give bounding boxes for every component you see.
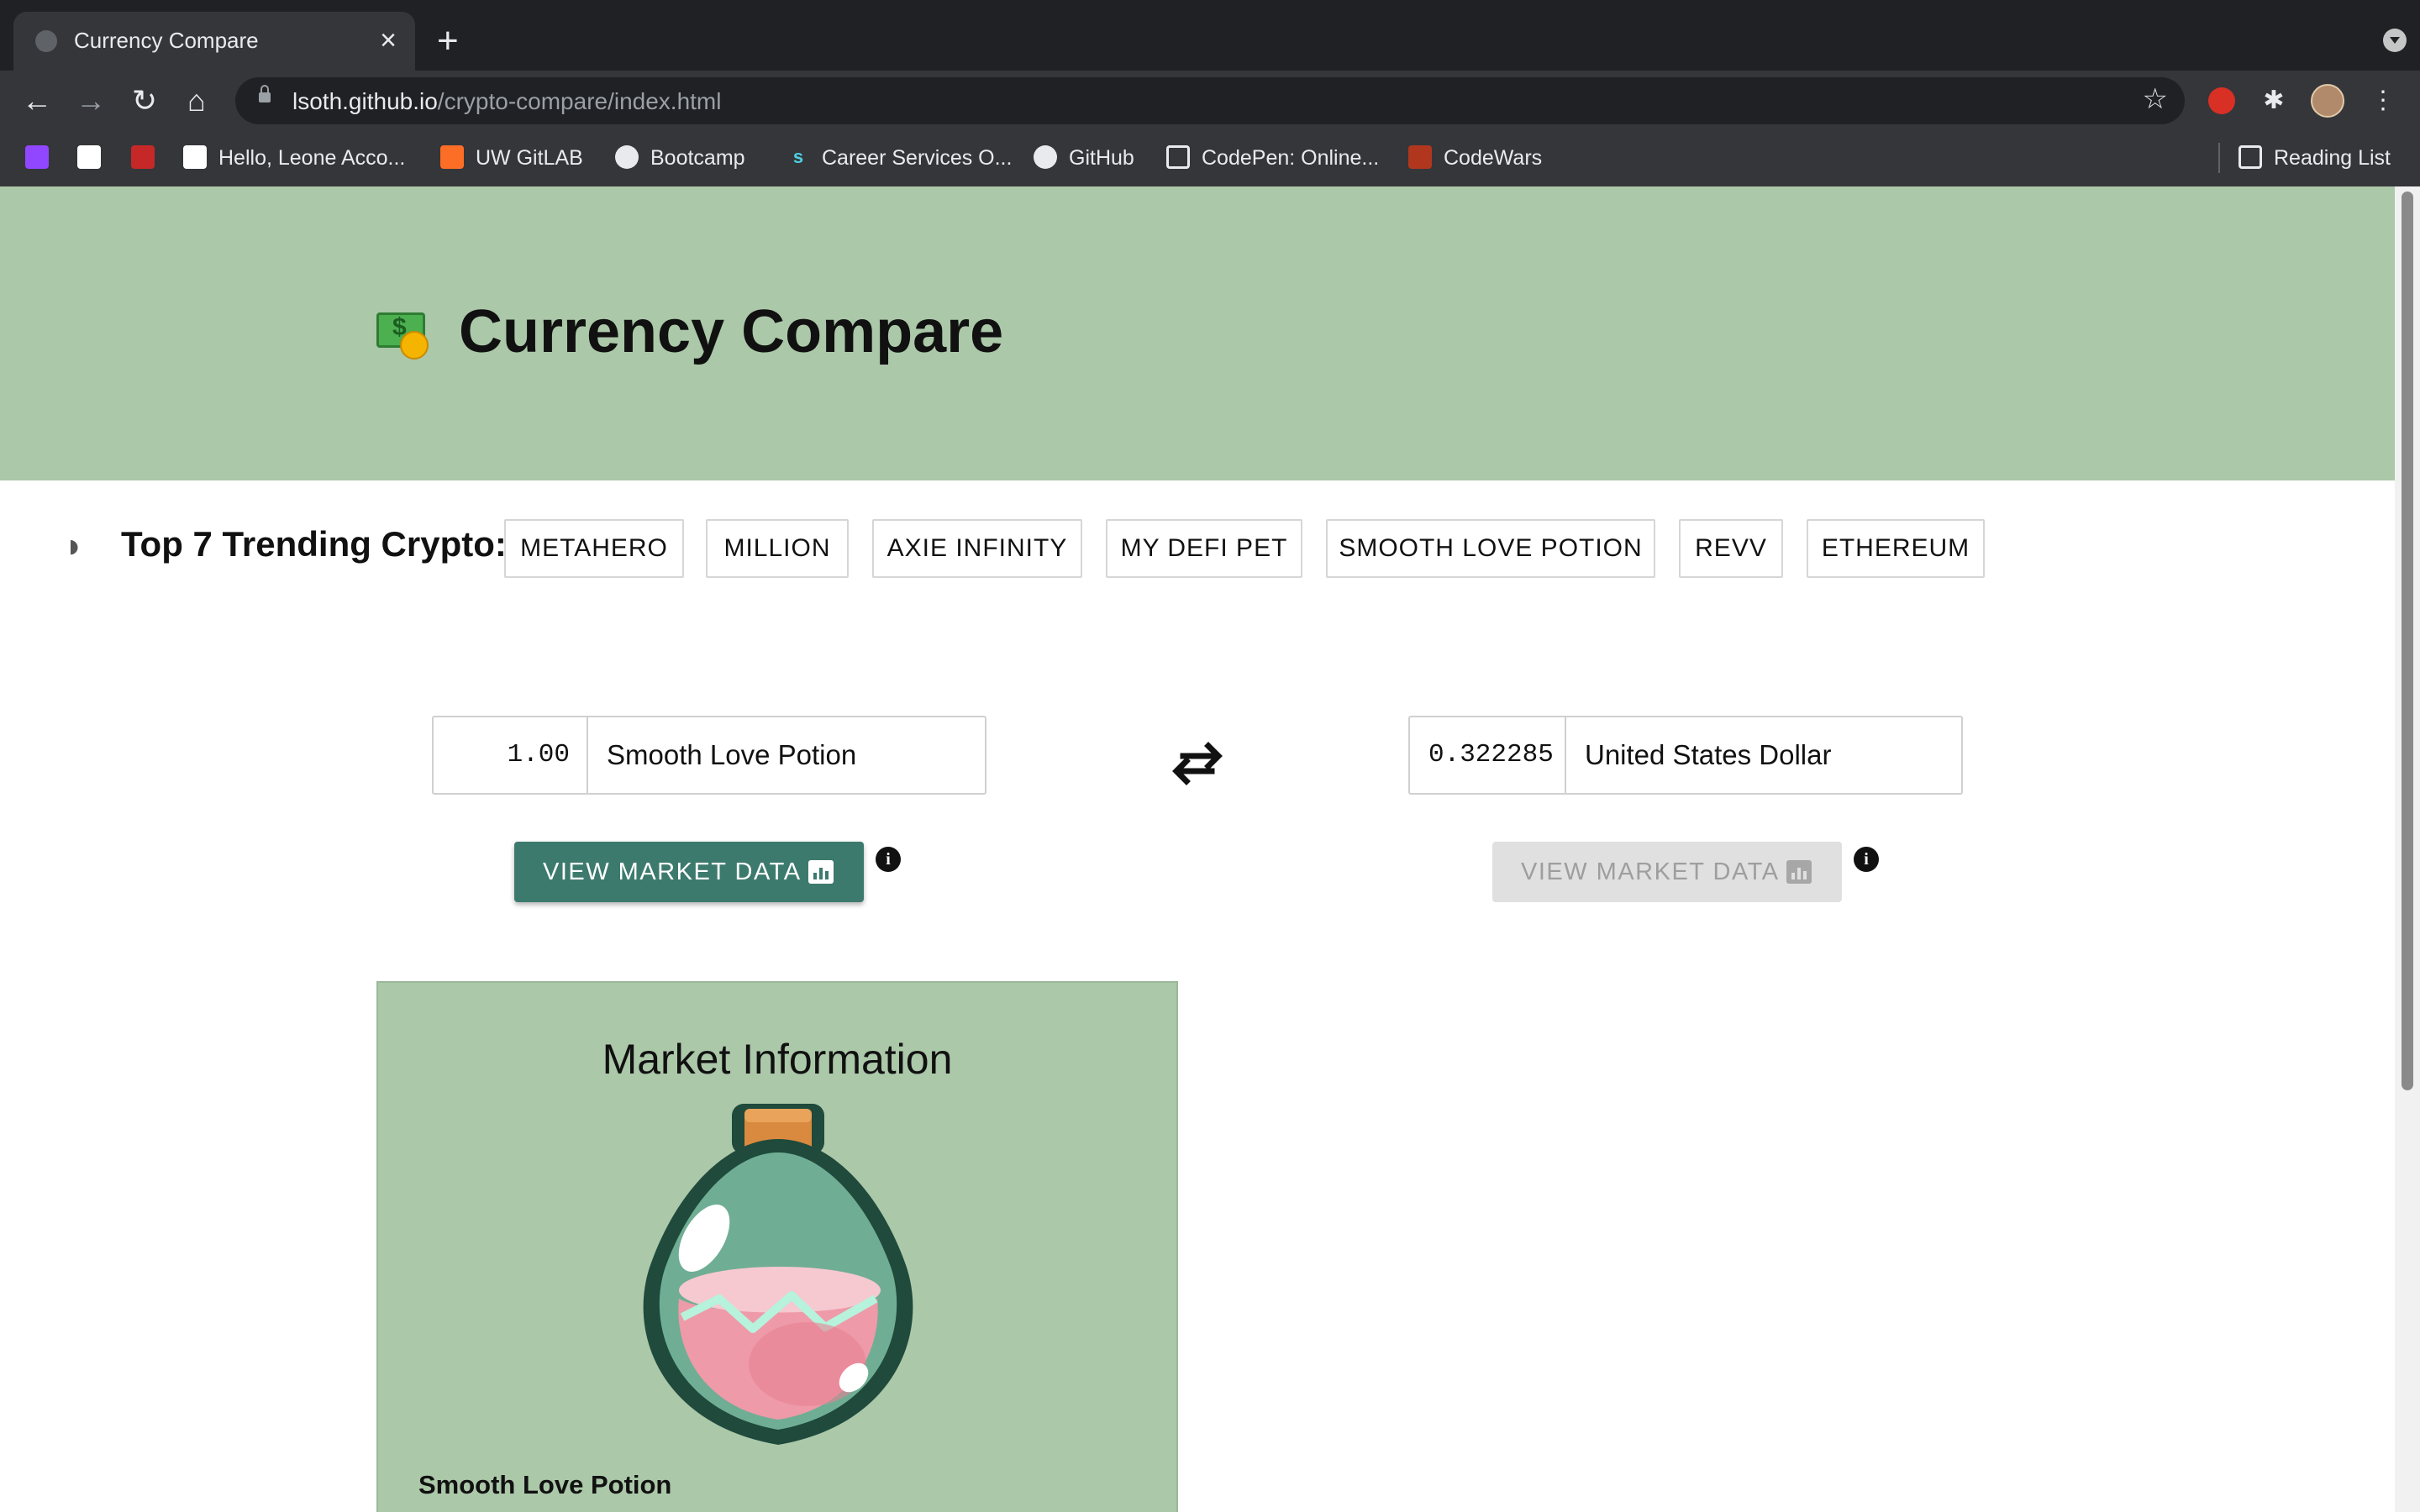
gitlab-icon <box>440 145 464 170</box>
amazon-icon <box>183 145 207 170</box>
reading-list-button[interactable]: Reading List <box>2238 143 2391 173</box>
github-icon <box>1034 145 1057 170</box>
bookmark-uw-gitlab[interactable]: UW GitLAB <box>440 143 583 173</box>
amazon-icon[interactable] <box>77 143 113 173</box>
bookmarks-separator <box>2218 143 2220 173</box>
extension-adblock-icon[interactable] <box>2203 82 2240 119</box>
smooth-love-potion-logo-icon <box>643 1104 913 1445</box>
trending-button-revv[interactable]: REVV <box>1679 519 1783 578</box>
coin-icon <box>400 331 429 360</box>
market-information-card: Market Information Smooth Love Potion <box>376 981 1178 1512</box>
close-icon[interactable]: × <box>380 24 397 57</box>
browser-toolbar: ← → ↻ ⌂ lsoth.github.io/crypto-compare/i… <box>0 71 2420 131</box>
page-content: Currency Compare ◗ Top 7 Trending Crypto… <box>0 186 2395 1512</box>
bookmark-codepen[interactable]: CodePen: Online... <box>1166 143 1379 173</box>
reading-list-icon <box>2238 145 2262 170</box>
reload-icon[interactable]: ↻ <box>126 82 163 119</box>
bar-chart-icon <box>1786 860 1812 884</box>
info-icon[interactable]: i <box>1854 847 1879 872</box>
bookmark-codewars[interactable]: CodeWars <box>1408 143 1542 173</box>
bookmark-career-services[interactable]: s Career Services O... <box>786 143 1013 173</box>
tab-title: Currency Compare <box>74 28 259 53</box>
bookmark-hello-leone[interactable]: Hello, Leone Acco... <box>183 143 405 173</box>
extensions-puzzle-icon[interactable]: ✱ <box>2255 82 2292 119</box>
career-services-icon: s <box>792 146 804 168</box>
browser-tab[interactable]: Currency Compare × <box>13 12 415 71</box>
trending-label: Top 7 Trending Crypto: <box>121 524 507 564</box>
bookmark-bootcamp[interactable]: Bootcamp <box>615 143 745 173</box>
new-tab-icon[interactable]: + <box>437 20 459 62</box>
trending-button-smooth-love-potion[interactable]: SMOOTH LOVE POTION <box>1326 519 1655 578</box>
page-title: Currency Compare <box>459 298 1004 365</box>
view-market-data-label: VIEW MARKET DATA <box>1521 858 1780 885</box>
trending-button-metahero[interactable]: METAHERO <box>504 519 684 578</box>
market-coin-name: Smooth Love Potion <box>418 1470 672 1499</box>
page-scrollbar[interactable] <box>2395 186 2420 1512</box>
view-market-data-label: VIEW MARKET DATA <box>543 858 802 885</box>
bookmark-star-icon[interactable]: ☆ <box>2143 82 2168 116</box>
trend-icon: ◗ <box>64 528 85 564</box>
bookmark-github[interactable]: GitHub <box>1034 143 1134 173</box>
twitch-icon[interactable] <box>25 143 60 173</box>
market-information-title: Market Information <box>602 1036 953 1083</box>
scrollbar-thumb[interactable] <box>2402 192 2413 1090</box>
trending-button-my-defi-pet[interactable]: MY DEFI PET <box>1106 519 1302 578</box>
to-amount-input[interactable]: 0.322285 <box>1410 717 1566 793</box>
globe-icon <box>35 30 57 52</box>
bookmarks-bar: Hello, Leone Acco... UW GitLAB Bootcamp … <box>0 131 2420 187</box>
to-currency-group: 0.322285 United States Dollar <box>1408 716 1963 795</box>
address-bar[interactable]: lsoth.github.io/crypto-compare/index.htm… <box>235 77 2185 124</box>
codewars-icon <box>1408 145 1432 170</box>
trending-button-million[interactable]: MILLION <box>706 519 849 578</box>
trending-button-axie-infinity[interactable]: AXIE INFINITY <box>872 519 1082 578</box>
home-icon[interactable]: ⌂ <box>178 82 215 119</box>
profile-avatar[interactable] <box>2309 82 2346 119</box>
trending-button-ethereum[interactable]: ETHEREUM <box>1807 519 1985 578</box>
view-market-data-button-from[interactable]: VIEW MARKET DATA <box>514 842 864 902</box>
bookmark-red-icon[interactable] <box>131 143 166 173</box>
tab-search-icon[interactable] <box>2383 29 2407 52</box>
bar-chart-icon <box>808 860 834 884</box>
header-banner: Currency Compare <box>0 186 2395 480</box>
swap-arrows-icon[interactable] <box>1168 738 1227 788</box>
forward-icon[interactable]: → <box>72 82 109 119</box>
to-currency-select[interactable]: United States Dollar <box>1585 717 1954 793</box>
from-currency-select[interactable]: Smooth Love Potion <box>607 717 976 793</box>
codepen-icon <box>1166 145 1190 170</box>
view-market-data-button-to[interactable]: VIEW MARKET DATA <box>1492 842 1842 902</box>
info-icon[interactable]: i <box>876 847 901 872</box>
browser-tabstrip: Currency Compare × + <box>0 0 2420 71</box>
url-text[interactable]: lsoth.github.io/crypto-compare/index.htm… <box>292 88 721 115</box>
globe-icon <box>615 145 639 170</box>
lock-icon <box>259 85 271 102</box>
from-amount-input[interactable]: 1.00 <box>434 717 588 793</box>
menu-dots-icon[interactable]: ⋮ <box>2365 82 2402 119</box>
back-icon[interactable]: ← <box>18 82 55 119</box>
from-currency-group: 1.00 Smooth Love Potion <box>432 716 986 795</box>
